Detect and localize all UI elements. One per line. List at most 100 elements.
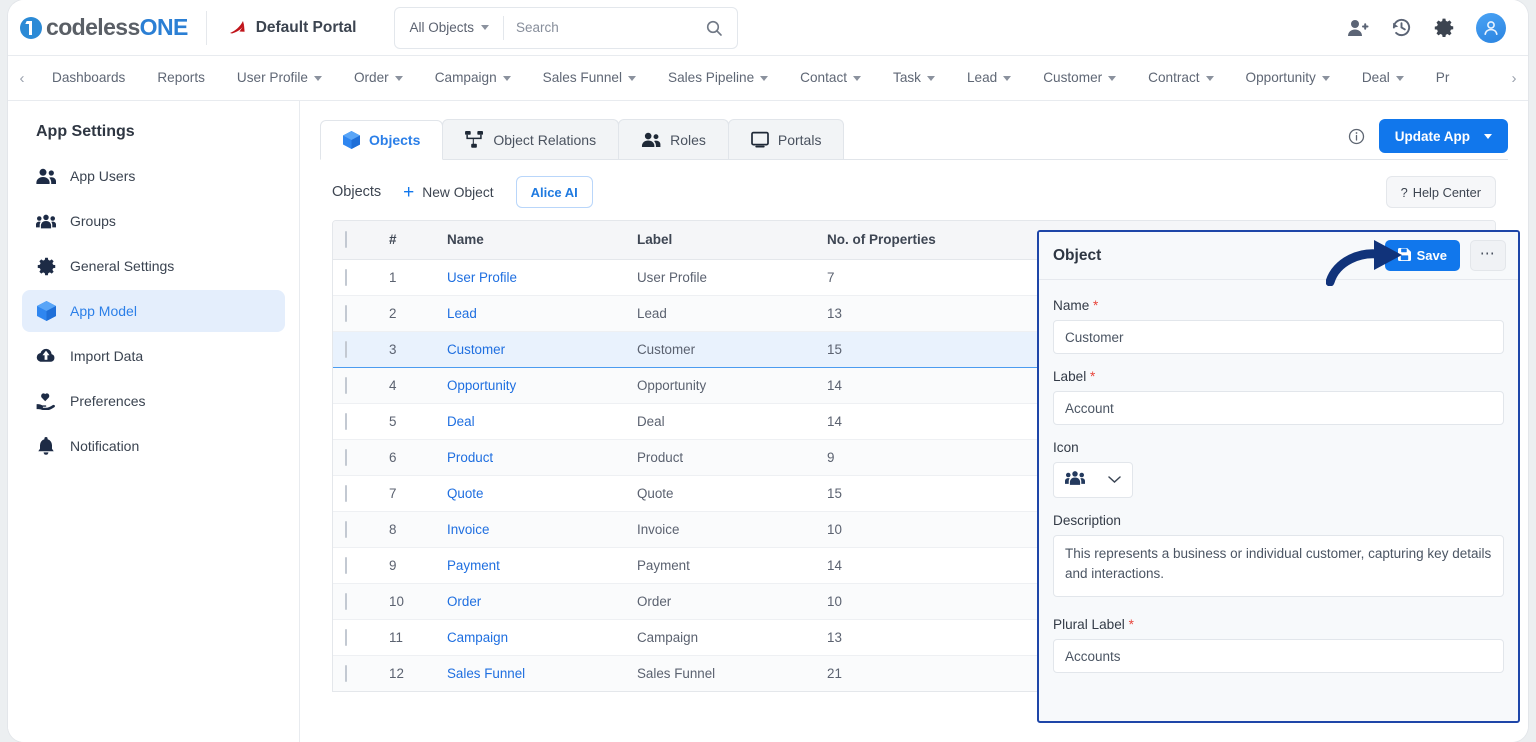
row-index: 12 (377, 655, 435, 691)
tab-object-relations[interactable]: Object Relations (442, 119, 620, 159)
icon-field-label: Icon (1053, 440, 1079, 455)
label-input[interactable] (1053, 391, 1504, 425)
nav-item-lead[interactable]: Lead (951, 56, 1027, 100)
row-checkbox[interactable] (345, 448, 347, 466)
row-checkbox[interactable] (345, 412, 347, 430)
chevron-down-icon (313, 75, 322, 81)
nav-item-label: Sales Funnel (542, 70, 623, 85)
row-checkbox[interactable] (345, 484, 347, 502)
info-icon[interactable] (1348, 128, 1365, 145)
sidebar-item-groups[interactable]: Groups (22, 200, 285, 242)
column-header-num[interactable]: # (377, 221, 435, 260)
description-textarea[interactable]: This represents a business or individual… (1053, 535, 1504, 597)
nav-scroll-right-icon[interactable]: › (1500, 70, 1528, 87)
ellipsis-icon[interactable]: ⋯ (1470, 240, 1506, 271)
sidebar-item-app-model[interactable]: App Model (22, 290, 285, 332)
header-actions (1347, 12, 1528, 43)
nav-item-dashboards[interactable]: Dashboards (36, 56, 141, 100)
sidebar-item-notification[interactable]: Notification (22, 425, 285, 467)
select-all-checkbox[interactable] (345, 231, 347, 249)
name-input[interactable] (1053, 320, 1504, 354)
sidebar-item-label: Preferences (70, 393, 146, 409)
search-icon[interactable] (705, 19, 737, 37)
users-icon (641, 132, 661, 148)
row-checkbox[interactable] (345, 664, 347, 682)
bell-icon (36, 436, 56, 456)
add-user-icon[interactable] (1347, 18, 1369, 38)
row-checkbox-cell (333, 403, 377, 440)
nav-item-opportunity[interactable]: Opportunity (1230, 56, 1346, 100)
object-label: Quote (625, 475, 815, 512)
new-object-button[interactable]: + New Object (403, 183, 493, 202)
row-checkbox[interactable] (345, 520, 347, 538)
search-scope-select[interactable]: All Objects (395, 8, 503, 48)
icon-picker[interactable] (1053, 462, 1133, 498)
row-checkbox[interactable] (345, 268, 347, 286)
nav-item-task[interactable]: Task (877, 56, 951, 100)
row-checkbox[interactable] (345, 340, 347, 358)
object-name-link[interactable]: Product (447, 450, 493, 465)
nav-item-campaign[interactable]: Campaign (419, 56, 527, 100)
save-button[interactable]: Save (1384, 240, 1460, 271)
monitor-icon (751, 131, 769, 148)
row-index: 4 (377, 367, 435, 404)
object-label: Deal (625, 403, 815, 440)
history-icon[interactable] (1391, 17, 1412, 38)
sidebar-items: App Users Groups General Settings App Model… (22, 155, 285, 467)
row-checkbox[interactable] (345, 304, 347, 322)
nav-item-reports[interactable]: Reports (141, 56, 221, 100)
chevron-down-icon (1108, 75, 1117, 81)
nav-item-deal[interactable]: Deal (1346, 56, 1420, 100)
search-input[interactable] (504, 20, 706, 35)
sidebar-item-import-data[interactable]: Import Data (22, 335, 285, 377)
update-app-button[interactable]: Update App (1378, 119, 1508, 153)
nav-item-order[interactable]: Order (338, 56, 419, 100)
required-asterisk: * (1093, 298, 1099, 313)
object-name-link[interactable]: Lead (447, 306, 477, 321)
row-checkbox[interactable] (345, 556, 347, 574)
alice-ai-button[interactable]: Alice AI (515, 176, 593, 208)
object-name-link[interactable]: Invoice (447, 522, 489, 537)
nav-scroll-left-icon[interactable]: ‹ (8, 70, 36, 87)
column-header-name[interactable]: Name (435, 221, 625, 260)
object-name-link[interactable]: Sales Funnel (447, 666, 525, 681)
avatar[interactable] (1476, 12, 1506, 43)
sidebar-item-general-settings[interactable]: General Settings (22, 245, 285, 287)
row-checkbox[interactable] (345, 376, 347, 394)
object-name-link[interactable]: Opportunity (447, 378, 516, 393)
object-name-link[interactable]: Deal (447, 414, 475, 429)
nav-item-user-profile[interactable]: User Profile (221, 56, 338, 100)
object-name-link[interactable]: Order (447, 594, 481, 609)
row-checkbox[interactable] (345, 628, 347, 646)
sidebar-item-label: Groups (70, 213, 116, 229)
plural-label-input[interactable] (1053, 639, 1504, 673)
object-name-link[interactable]: Campaign (447, 630, 508, 645)
brand-logo[interactable]: codelessONE (20, 14, 206, 41)
nav-item-sales-pipeline[interactable]: Sales Pipeline (652, 56, 784, 100)
row-index: 7 (377, 475, 435, 512)
nav-item-pr[interactable]: Pr (1420, 56, 1466, 100)
row-index: 8 (377, 511, 435, 548)
tab-roles[interactable]: Roles (618, 119, 729, 159)
sidebar-item-app-users[interactable]: App Users (22, 155, 285, 197)
portal-selector[interactable]: Default Portal (207, 18, 377, 38)
nav-item-contract[interactable]: Contract (1132, 56, 1229, 100)
help-center-button[interactable]: ? Help Center (1385, 176, 1496, 208)
chevron-down-icon (1321, 75, 1330, 81)
nav-item-label: Order (353, 70, 389, 85)
objects-toolbar: Objects + New Object Alice AI ? Help Cen… (320, 160, 1508, 220)
object-name-link[interactable]: Payment (447, 558, 500, 573)
sidebar-item-label: App Model (70, 303, 137, 319)
object-name-link[interactable]: Customer (447, 342, 505, 357)
object-name-link[interactable]: User Profile (447, 270, 517, 285)
column-header-label[interactable]: Label (625, 221, 815, 260)
gear-icon[interactable] (1434, 18, 1454, 38)
sidebar-item-preferences[interactable]: Preferences (22, 380, 285, 422)
object-name-link[interactable]: Quote (447, 486, 483, 501)
nav-item-customer[interactable]: Customer (1027, 56, 1132, 100)
nav-item-contact[interactable]: Contact (784, 56, 877, 100)
tab-objects[interactable]: Objects (320, 120, 444, 160)
tab-portals[interactable]: Portals (727, 119, 845, 159)
nav-item-sales-funnel[interactable]: Sales Funnel (527, 56, 652, 100)
row-checkbox[interactable] (345, 592, 347, 610)
